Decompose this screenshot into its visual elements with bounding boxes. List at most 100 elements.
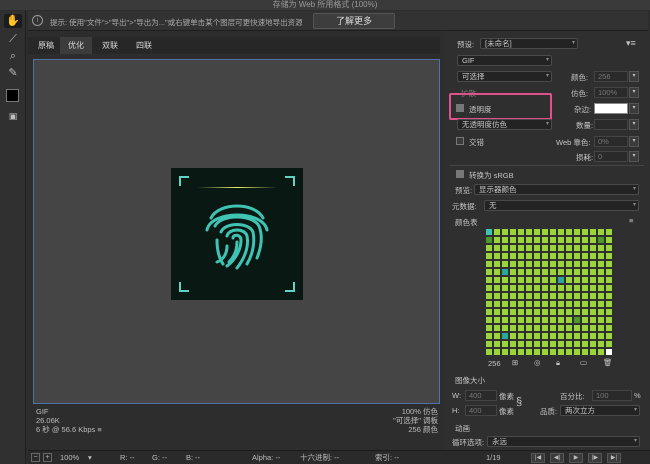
color-swatch[interactable] — [597, 324, 605, 332]
color-swatch[interactable] — [581, 228, 589, 236]
color-swatch[interactable] — [589, 228, 597, 236]
color-swatch[interactable] — [541, 348, 549, 356]
color-swatch[interactable] — [581, 300, 589, 308]
width-input[interactable]: 400 — [465, 390, 497, 401]
color-swatch[interactable] — [549, 308, 557, 316]
new-color-icon[interactable]: ▭ — [580, 358, 587, 367]
color-swatch[interactable] — [541, 260, 549, 268]
color-swatch[interactable] — [517, 244, 525, 252]
color-swatch[interactable] — [485, 348, 493, 356]
color-swatch[interactable] — [525, 244, 533, 252]
color-swatch[interactable] — [485, 244, 493, 252]
toggle-slices-icon[interactable]: ▣ — [4, 109, 22, 123]
color-swatch[interactable] — [589, 252, 597, 260]
color-swatch[interactable] — [549, 324, 557, 332]
color-swatch[interactable] — [509, 292, 517, 300]
color-swatch[interactable] — [525, 292, 533, 300]
color-swatch[interactable] — [597, 316, 605, 324]
color-swatch[interactable] — [509, 308, 517, 316]
color-swatch[interactable] — [485, 300, 493, 308]
color-swatch[interactable] — [597, 244, 605, 252]
color-swatch[interactable] — [605, 300, 613, 308]
dither-input[interactable]: 100% — [594, 87, 628, 98]
dither-dropdown-icon[interactable]: ▾ — [629, 87, 639, 98]
color-swatch[interactable] — [557, 268, 565, 276]
color-swatch[interactable] — [517, 316, 525, 324]
color-swatch[interactable] — [605, 284, 613, 292]
color-swatch[interactable] — [525, 268, 533, 276]
color-swatch[interactable] — [533, 316, 541, 324]
color-swatch[interactable] — [485, 252, 493, 260]
last-frame-button[interactable]: ▶| — [607, 453, 621, 463]
color-swatch[interactable] — [509, 276, 517, 284]
color-swatch[interactable] — [533, 268, 541, 276]
color-swatch[interactable] — [493, 332, 501, 340]
color-swatch[interactable] — [605, 332, 613, 340]
color-swatch[interactable] — [565, 300, 573, 308]
color-swatch[interactable] — [509, 316, 517, 324]
first-frame-button[interactable]: |◀ — [531, 453, 545, 463]
color-swatch[interactable] — [605, 324, 613, 332]
color-swatch[interactable] — [493, 340, 501, 348]
color-swatch[interactable] — [565, 340, 573, 348]
color-swatch[interactable] — [581, 260, 589, 268]
color-swatch[interactable] — [565, 284, 573, 292]
color-swatch[interactable] — [589, 236, 597, 244]
color-swatch[interactable] — [541, 276, 549, 284]
loop-select[interactable]: 永远 ▾ — [487, 436, 640, 447]
tab-2-up[interactable]: 双联 — [94, 37, 126, 54]
color-swatch[interactable] — [533, 260, 541, 268]
color-swatch[interactable] — [525, 300, 533, 308]
color-swatch[interactable] — [597, 292, 605, 300]
color-swatch[interactable] — [565, 228, 573, 236]
color-swatch[interactable] — [597, 252, 605, 260]
color-swatch[interactable] — [557, 316, 565, 324]
color-swatch[interactable] — [589, 284, 597, 292]
colors-input[interactable]: 256 — [594, 71, 628, 82]
color-swatch[interactable] — [501, 236, 509, 244]
color-swatch[interactable] — [533, 244, 541, 252]
color-swatch[interactable] — [565, 308, 573, 316]
color-swatch[interactable] — [517, 268, 525, 276]
color-swatch[interactable] — [573, 276, 581, 284]
zoom-in-icon[interactable]: + — [43, 453, 52, 462]
color-swatch[interactable] — [493, 252, 501, 260]
hand-tool-icon[interactable]: ✋ — [4, 14, 22, 28]
color-swatch[interactable] — [493, 348, 501, 356]
zoom-dropdown-icon[interactable]: ▾ — [88, 451, 92, 464]
color-swatch[interactable] — [517, 284, 525, 292]
color-swatch[interactable] — [557, 284, 565, 292]
color-swatch[interactable] — [597, 332, 605, 340]
color-swatch[interactable] — [589, 332, 597, 340]
color-swatch[interactable] — [517, 252, 525, 260]
color-swatch[interactable] — [525, 316, 533, 324]
color-swatch[interactable] — [549, 284, 557, 292]
color-swatch[interactable] — [533, 300, 541, 308]
color-swatch[interactable] — [509, 236, 517, 244]
color-swatch[interactable] — [549, 300, 557, 308]
color-swatch[interactable] — [533, 332, 541, 340]
color-swatch[interactable] — [501, 276, 509, 284]
color-swatch[interactable] — [589, 324, 597, 332]
color-swatch[interactable] — [557, 324, 565, 332]
color-swatch[interactable] — [565, 260, 573, 268]
color-swatch[interactable] — [517, 340, 525, 348]
color-swatch[interactable] — [557, 276, 565, 284]
color-swatch[interactable] — [493, 308, 501, 316]
color-swatch[interactable] — [517, 292, 525, 300]
color-swatch[interactable] — [573, 324, 581, 332]
color-swatch[interactable] — [517, 276, 525, 284]
preview-select[interactable]: 显示器颜色 ▾ — [474, 184, 639, 195]
color-swatch[interactable] — [565, 268, 573, 276]
color-swatch[interactable] — [501, 268, 509, 276]
color-swatch[interactable] — [509, 284, 517, 292]
color-swatch[interactable] — [589, 244, 597, 252]
convert-srgb-checkbox[interactable] — [456, 170, 464, 178]
preset-menu-icon[interactable]: ▾≡ — [626, 38, 636, 49]
color-swatch[interactable] — [541, 268, 549, 276]
color-swatch[interactable] — [605, 236, 613, 244]
color-swatch[interactable] — [485, 324, 493, 332]
color-swatch[interactable] — [581, 292, 589, 300]
color-swatch[interactable] — [565, 236, 573, 244]
matte-color-swatch[interactable] — [594, 103, 628, 114]
